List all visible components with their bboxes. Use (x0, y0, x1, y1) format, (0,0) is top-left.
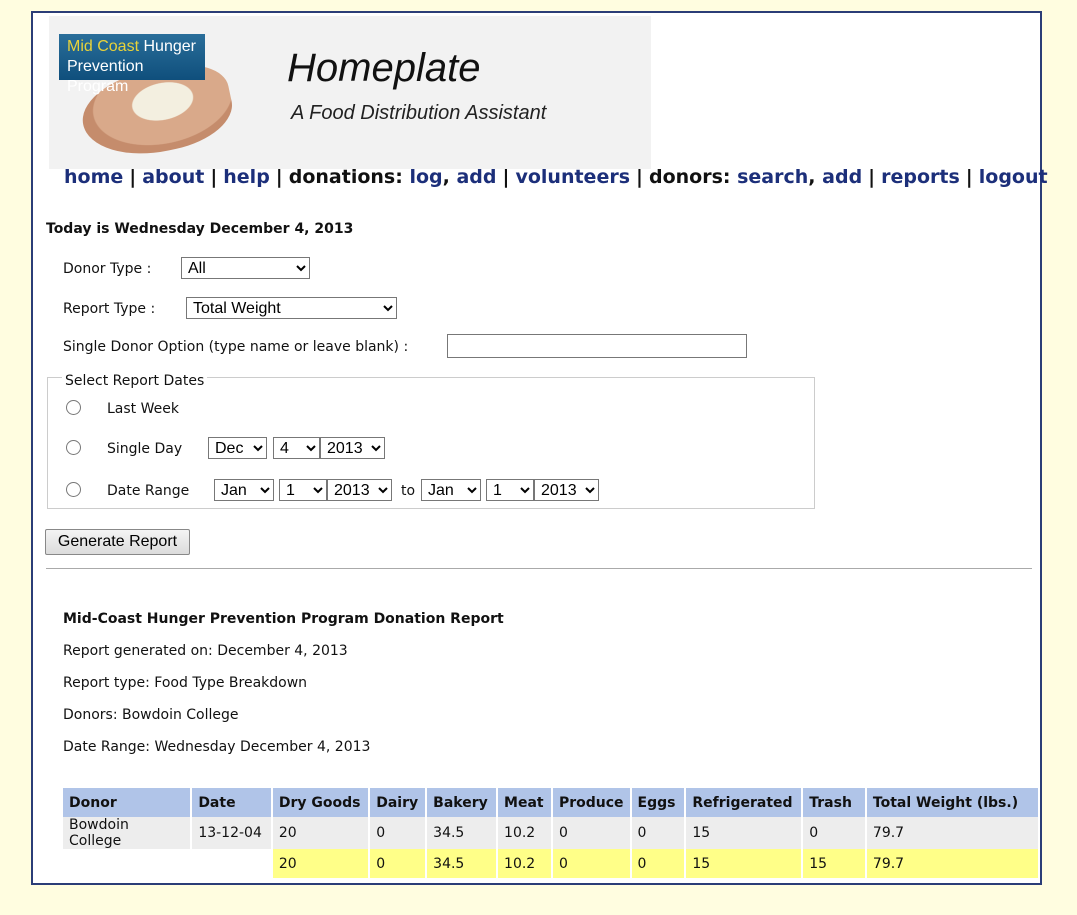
totals-cell: 20 (271, 849, 371, 878)
logo-text-2: Prevention Program (67, 58, 144, 95)
nav-reports[interactable]: reports (881, 166, 960, 188)
nav-separator: | (275, 166, 283, 188)
report-date-range: Date Range: Wednesday December 4, 2013 (63, 739, 371, 755)
totals-cell: 34.5 (426, 849, 499, 878)
donor-type-label: Donor Type : (63, 261, 152, 277)
col-header: Dry Goods (271, 788, 371, 817)
table-cell: 0 (802, 817, 867, 849)
nav-separator: | (965, 166, 973, 188)
logo-text-1a: Mid Coast (67, 38, 140, 55)
date-range-label: Date Range (107, 483, 190, 499)
table-cell: 0 (369, 817, 428, 849)
report-type-select[interactable]: Total Weight (186, 297, 397, 319)
single-donor-input[interactable] (447, 334, 747, 358)
range-from-year-select[interactable]: 2013 (327, 479, 392, 501)
divider (46, 568, 1032, 569)
totals-cell: 0 (630, 849, 687, 878)
table-cell: 10.2 (497, 817, 553, 849)
totals-cell: 15 (802, 849, 867, 878)
col-header: Dairy (369, 788, 428, 817)
nav-separator: | (868, 166, 876, 188)
report-table: Donor Date Dry Goods Dairy Bakery Meat P… (63, 788, 1041, 878)
date-range-radio[interactable] (66, 482, 81, 497)
range-to-year-select[interactable]: 2013 (534, 479, 599, 501)
totals-cell: 10.2 (497, 849, 553, 878)
nav-donations-add[interactable]: add (456, 166, 496, 188)
header-banner: Mid Coast Hunger Prevention Program Home… (49, 16, 651, 169)
report-donors: Donors: Bowdoin College (63, 707, 239, 723)
nav-donors-add[interactable]: add (822, 166, 862, 188)
table-cell: 0 (551, 817, 632, 849)
range-to-day-select[interactable]: 1 (486, 479, 534, 501)
range-to-label: to (401, 483, 416, 499)
totals-cell (63, 849, 193, 878)
table-cell: 15 (685, 817, 804, 849)
totals-cell: 79.7 (865, 849, 1041, 878)
single-day-label: Single Day (107, 441, 183, 457)
col-header: Meat (497, 788, 553, 817)
page-frame: Mid Coast Hunger Prevention Program Home… (31, 11, 1048, 885)
main-nav: home | about | help | donations: log, add | volu… (64, 166, 1048, 188)
nav-donors-search[interactable]: search (737, 166, 808, 188)
report-title: Mid-Coast Hunger Prevention Program Dona… (63, 611, 504, 627)
table-cell: 13-12-04 (191, 817, 273, 849)
logo-text-1b: Hunger (143, 38, 196, 55)
report-generated: Report generated on: December 4, 2013 (63, 643, 348, 659)
nav-donors-label: donors: (648, 166, 731, 188)
col-header: Produce (551, 788, 632, 817)
totals-row: 20 0 34.5 10.2 0 0 15 15 79.7 (63, 849, 1041, 878)
last-week-radio[interactable] (66, 400, 81, 415)
col-header: Refrigerated (685, 788, 804, 817)
nav-separator: | (210, 166, 218, 188)
col-header: Total Weight (lbs.) (865, 788, 1041, 817)
col-header: Donor (63, 788, 193, 817)
table-row: Bowdoin College 13-12-04 20 0 34.5 10.2 … (63, 817, 1041, 849)
col-header: Date (191, 788, 273, 817)
donor-type-select[interactable]: All (181, 257, 310, 279)
col-header: Bakery (426, 788, 499, 817)
app-title: Homeplate (287, 46, 481, 90)
single-day-year-select[interactable]: 2013 (320, 437, 385, 459)
totals-cell: 0 (551, 849, 632, 878)
table-cell: 79.7 (865, 817, 1041, 849)
nav-help[interactable]: help (223, 166, 270, 188)
single-day-day-select[interactable]: 4 (273, 437, 320, 459)
nav-volunteers[interactable]: volunteers (515, 166, 630, 188)
nav-home[interactable]: home (64, 166, 123, 188)
table-cell: 34.5 (426, 817, 499, 849)
nav-about[interactable]: about (142, 166, 204, 188)
col-header: Eggs (630, 788, 687, 817)
totals-cell: 0 (369, 849, 428, 878)
single-day-month-select[interactable]: Dec (208, 437, 267, 459)
nav-donations-label: donations: (288, 166, 403, 188)
table-cell: Bowdoin College (63, 817, 193, 849)
totals-cell (191, 849, 273, 878)
range-from-month-select[interactable]: Jan (214, 479, 274, 501)
single-donor-label: Single Donor Option (type name or leave … (63, 339, 409, 355)
report-type-label: Report Type : (63, 301, 156, 317)
col-header: Trash (802, 788, 867, 817)
range-from-day-select[interactable]: 1 (279, 479, 327, 501)
report-type: Report type: Food Type Breakdown (63, 675, 308, 691)
single-day-radio[interactable] (66, 440, 81, 455)
table-cell: 0 (630, 817, 687, 849)
mchpp-logo: Mid Coast Hunger Prevention Program (59, 34, 205, 95)
range-to-month-select[interactable]: Jan (421, 479, 481, 501)
app-subtitle: A Food Distribution Assistant (291, 102, 547, 124)
report-dates-legend: Select Report Dates (62, 373, 208, 389)
nav-logout[interactable]: logout (979, 166, 1048, 188)
nav-separator: | (129, 166, 137, 188)
totals-cell: 15 (685, 849, 804, 878)
nav-donations-log[interactable]: log (409, 166, 442, 188)
generate-report-button[interactable]: Generate Report (45, 529, 190, 555)
table-header-row: Donor Date Dry Goods Dairy Bakery Meat P… (63, 788, 1041, 817)
nav-separator: | (502, 166, 510, 188)
today-date: Today is Wednesday December 4, 2013 (46, 221, 354, 237)
last-week-label: Last Week (107, 401, 179, 417)
nav-separator: | (636, 166, 643, 188)
table-cell: 20 (271, 817, 371, 849)
